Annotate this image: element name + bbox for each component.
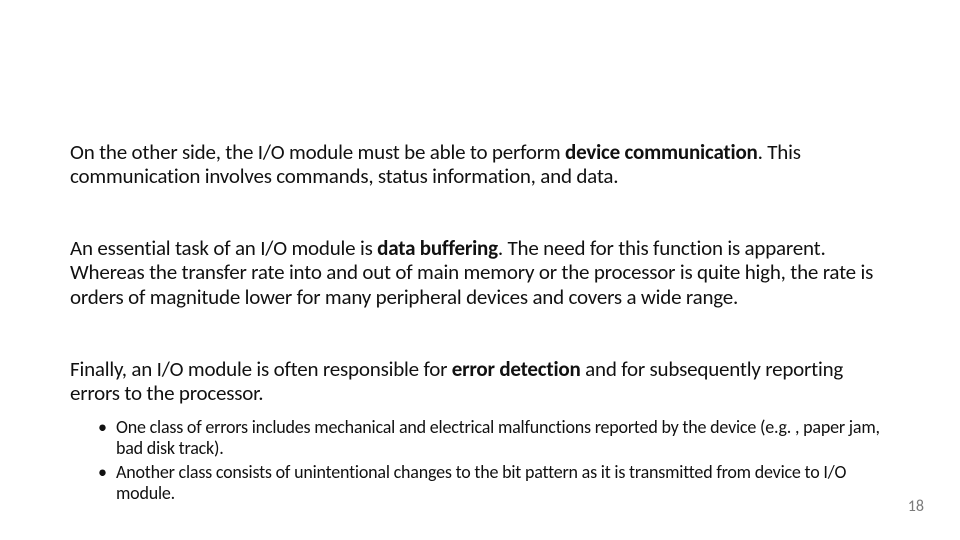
p1-bold: device communication [565, 139, 758, 165]
slide: On the other side, the I/O module must b… [0, 0, 960, 540]
bullet-list: One class of errors includes mechanical … [98, 417, 890, 504]
list-item: One class of errors includes mechanical … [98, 417, 890, 458]
p2-pre: An essential task of an I/O module is [70, 235, 377, 261]
p3-bold: error detection [452, 356, 581, 382]
page-number: 18 [908, 497, 924, 516]
paragraph-1: On the other side, the I/O module must b… [70, 140, 890, 188]
paragraph-3: Finally, an I/O module is often responsi… [70, 357, 890, 405]
p2-bold: data buffering [377, 235, 498, 261]
list-item: Another class consists of unintentional … [98, 462, 890, 503]
p1-pre: On the other side, the I/O module must b… [70, 139, 565, 165]
paragraph-2: An essential task of an I/O module is da… [70, 236, 890, 308]
p3-pre: Finally, an I/O module is often responsi… [70, 356, 452, 382]
